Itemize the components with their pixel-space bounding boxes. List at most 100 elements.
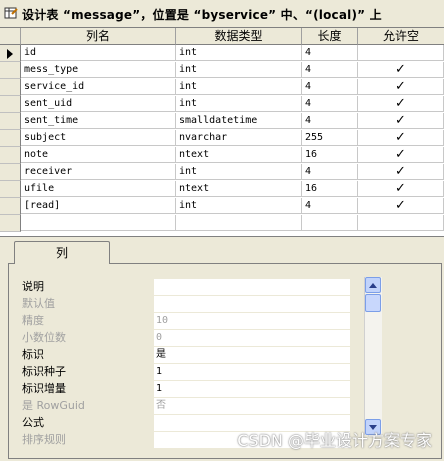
table-row[interactable]: note ntext 16 ✓ [0,147,444,164]
row-selector[interactable] [0,164,21,181]
column-name-cell[interactable] [21,215,176,231]
length-cell[interactable]: 4 [302,62,358,78]
property-list: 说明 默认值 精度 10 小数位数 0 标识 是 标识种子 1 标识增量 1 是… [12,277,388,448]
header-column-name[interactable]: 列名 [21,28,176,45]
row-selector[interactable] [0,96,21,113]
length-cell[interactable] [302,215,358,231]
data-type-cell[interactable] [176,215,302,231]
column-name-cell[interactable]: subject [21,130,176,146]
column-name-cell[interactable]: id [21,45,176,61]
table-row[interactable]: sent_uid int 4 ✓ [0,96,444,113]
row-selector[interactable] [0,45,21,62]
property-label-identity-seed: 标识种子 [22,365,66,378]
allow-null-checkbox[interactable]: ✓ [358,130,444,146]
length-cell[interactable]: 16 [302,181,358,197]
table-row[interactable]: service_id int 4 ✓ [0,79,444,96]
identity-seed-field[interactable]: 1 [154,364,350,380]
allow-null-checkbox[interactable]: ✓ [358,181,444,197]
column-name-cell[interactable]: sent_time [21,113,176,129]
property-label-scale: 小数位数 [22,331,66,344]
data-type-cell[interactable]: int [176,198,302,214]
allow-null-checkbox[interactable]: ✓ [358,164,444,180]
column-name-cell[interactable]: ufile [21,181,176,197]
allow-null-checkbox[interactable] [358,215,444,231]
precision-field[interactable]: 10 [154,313,350,329]
header-data-type[interactable]: 数据类型 [176,28,302,45]
table-row[interactable]: ufile ntext 16 ✓ [0,181,444,198]
data-type-cell[interactable]: int [176,45,302,61]
row-selector[interactable] [0,113,21,130]
chevron-up-icon [369,283,377,288]
property-label-identity: 标识 [22,348,44,361]
property-scrollbar[interactable] [364,277,382,435]
length-cell[interactable]: 4 [302,113,358,129]
column-definition-grid: 列名 数据类型 长度 允许空 id int 4 mess_type int 4 … [0,27,444,236]
table-row[interactable]: id int 4 [0,45,444,62]
watermark: CSDN @毕业设计方案专家 [237,431,432,450]
table-row[interactable]: mess_type int 4 ✓ [0,62,444,79]
scroll-up-button[interactable] [365,277,381,293]
identity-increment-field[interactable]: 1 [154,381,350,397]
table-design-icon [4,7,18,19]
current-row-pointer-icon [7,49,13,59]
data-type-cell[interactable]: ntext [176,181,302,197]
data-type-cell[interactable]: smalldatetime [176,113,302,129]
default-value-field[interactable] [154,296,350,312]
length-cell[interactable]: 16 [302,147,358,163]
property-label-collation: 排序规则 [22,433,66,446]
row-selector[interactable] [0,198,21,215]
row-selector[interactable] [0,147,21,164]
data-type-cell[interactable]: int [176,164,302,180]
property-label-formula: 公式 [22,416,44,429]
table-row[interactable]: receiver int 4 ✓ [0,164,444,181]
allow-null-checkbox[interactable]: ✓ [358,113,444,129]
column-name-cell[interactable]: receiver [21,164,176,180]
property-label-default-value: 默认值 [22,297,55,310]
allow-null-checkbox[interactable]: ✓ [358,198,444,214]
header-length[interactable]: 长度 [302,28,358,45]
table-row[interactable] [0,215,444,232]
row-selector[interactable] [0,215,21,232]
scale-field[interactable]: 0 [154,330,350,346]
identity-field[interactable]: 是 [154,347,350,363]
data-type-cell[interactable]: nvarchar [176,130,302,146]
row-selector[interactable] [0,181,21,198]
header-allow-null[interactable]: 允许空 [358,28,444,45]
table-row[interactable]: [read] int 4 ✓ [0,198,444,215]
tab-columns[interactable]: 列 [14,241,110,264]
data-type-cell[interactable]: int [176,79,302,95]
allow-null-checkbox[interactable] [358,45,444,61]
allow-null-checkbox[interactable]: ✓ [358,147,444,163]
column-name-cell[interactable]: service_id [21,79,176,95]
column-name-cell[interactable]: [read] [21,198,176,214]
grid-header: 列名 数据类型 长度 允许空 [0,28,444,45]
title-bar: 设计表 “message”，位置是 “byservice” 中、“(local)… [0,0,444,27]
allow-null-checkbox[interactable]: ✓ [358,79,444,95]
column-name-cell[interactable]: sent_uid [21,96,176,112]
data-type-cell[interactable]: ntext [176,147,302,163]
data-type-cell[interactable]: int [176,62,302,78]
description-field[interactable] [154,279,350,295]
column-name-cell[interactable]: mess_type [21,62,176,78]
row-selector[interactable] [0,130,21,147]
length-cell[interactable]: 4 [302,45,358,61]
length-cell[interactable]: 4 [302,164,358,180]
data-type-cell[interactable]: int [176,96,302,112]
row-selector[interactable] [0,62,21,79]
rowguid-field[interactable]: 否 [154,398,350,414]
property-label-rowguid: 是 RowGuid [22,399,85,412]
window-title: 设计表 “message”，位置是 “byservice” 中、“(local)… [22,8,382,22]
length-cell[interactable]: 4 [302,198,358,214]
length-cell[interactable]: 255 [302,130,358,146]
length-cell[interactable]: 4 [302,96,358,112]
column-name-cell[interactable]: note [21,147,176,163]
allow-null-checkbox[interactable]: ✓ [358,96,444,112]
property-label-precision: 精度 [22,314,44,327]
table-row[interactable]: subject nvarchar 255 ✓ [0,130,444,147]
table-row[interactable]: sent_time smalldatetime 4 ✓ [0,113,444,130]
property-label-description: 说明 [22,280,44,293]
row-selector[interactable] [0,79,21,96]
scroll-thumb[interactable] [365,294,381,312]
allow-null-checkbox[interactable]: ✓ [358,62,444,78]
length-cell[interactable]: 4 [302,79,358,95]
